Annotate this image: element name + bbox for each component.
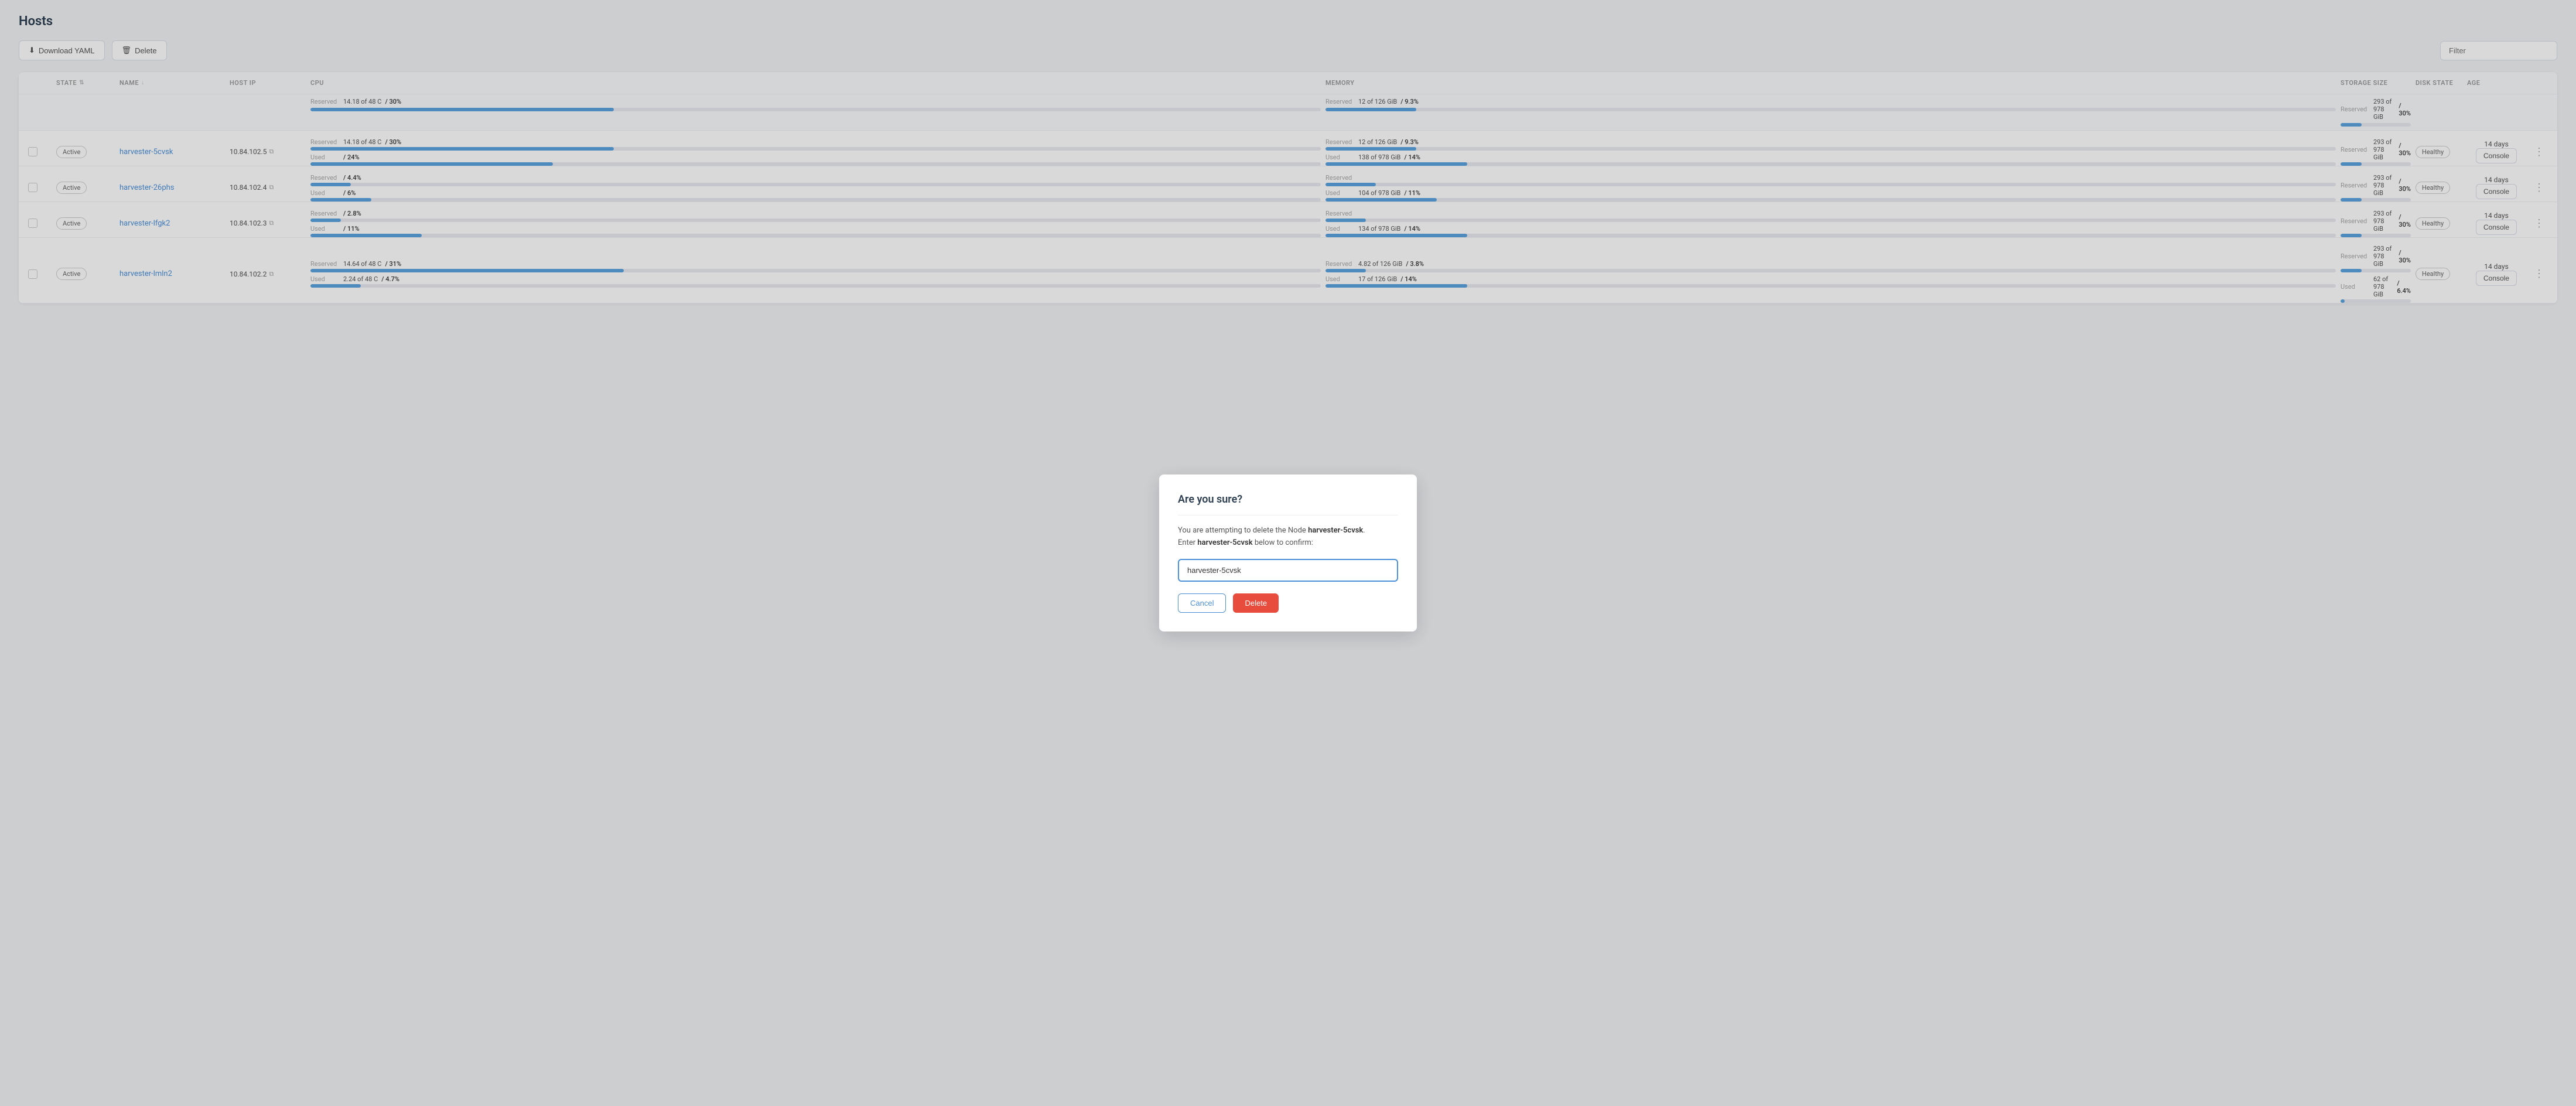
confirm-input[interactable] [1178,559,1398,582]
dialog-title: Are you sure? [1178,493,1398,506]
dialog-node-name: harvester-5cvsk [1308,526,1363,535]
delete-confirm-dialog: Are you sure? You are attempting to dele… [1159,475,1417,631]
dialog-confirm-name: harvester-5cvsk [1197,538,1252,547]
dialog-body: You are attempting to delete the Node ha… [1178,525,1398,549]
dialog-divider [1178,515,1398,516]
confirm-delete-button[interactable]: Delete [1233,593,1279,613]
dialog-actions: Cancel Delete [1178,593,1398,613]
cancel-button[interactable]: Cancel [1178,593,1226,613]
modal-overlay: Are you sure? You are attempting to dele… [0,0,2576,1106]
